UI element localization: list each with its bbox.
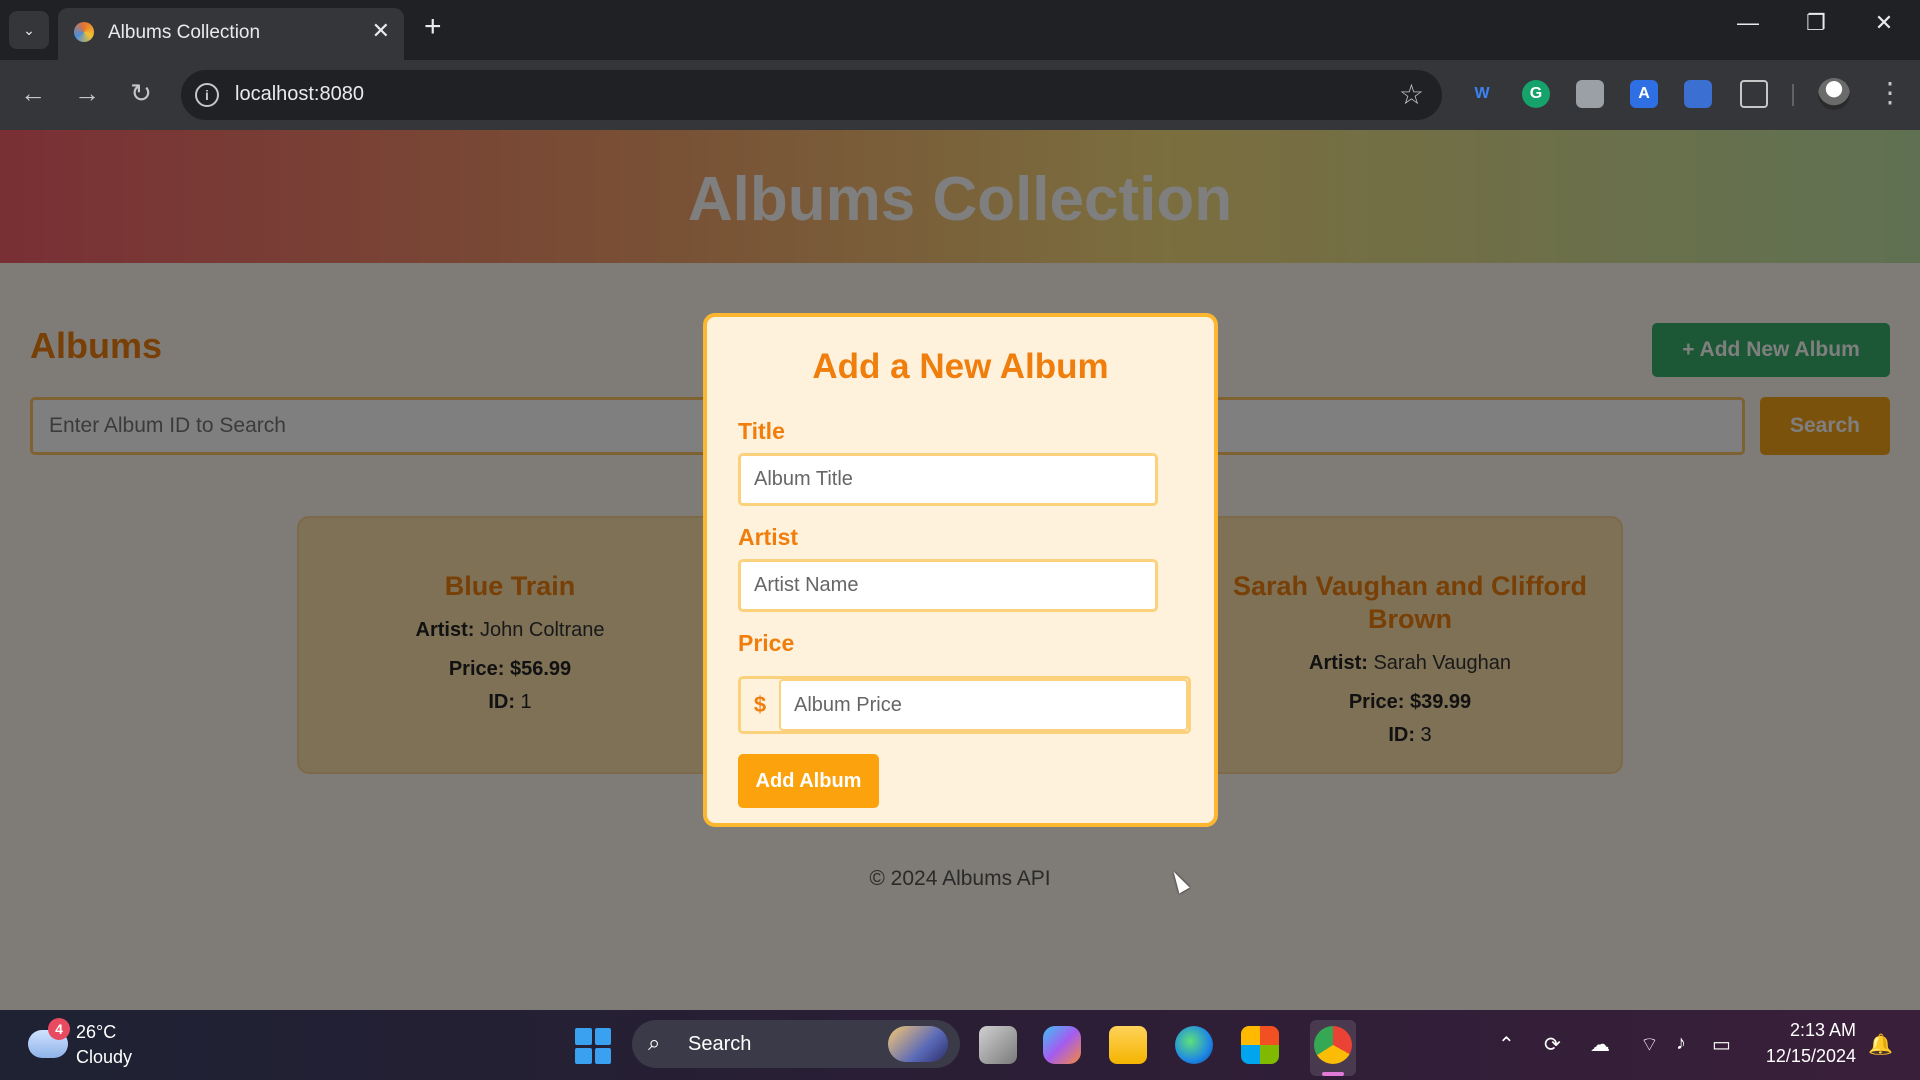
edge-icon[interactable] [1175,1026,1213,1064]
toolbar-divider [1792,84,1794,106]
taskbar-search-label: Search [688,1033,752,1055]
site-info-icon[interactable]: i [195,83,219,107]
address-bar[interactable]: i localhost:8080 ☆ [181,70,1442,120]
taskbar: 4 26°C Cloudy ⌕ Search ⌃ ⟳ ☁ ⌔ ♪ ▭ 2:13 … [0,1010,1920,1080]
grammarly-icon[interactable]: G [1522,80,1550,108]
sync-icon[interactable]: ⟳ [1544,1032,1561,1057]
weather-temperature[interactable]: 26°C [76,1022,116,1043]
extensions-puzzle-icon[interactable] [1740,80,1768,108]
battery-icon[interactable]: ▭ [1712,1032,1731,1057]
reload-icon[interactable]: ↻ [124,78,158,109]
restore-button[interactable]: ❐ [1796,10,1836,36]
extension-image-icon[interactable] [1576,80,1604,108]
forward-icon[interactable]: → [70,78,104,109]
price-input-group: $ [738,676,1191,734]
extension-w-icon[interactable]: W [1468,80,1496,108]
profile-avatar[interactable] [1818,78,1850,110]
windows-start-icon[interactable] [575,1028,611,1064]
file-explorer-icon[interactable] [1109,1026,1147,1064]
browser-tab-bar: ⌄ Albums Collection ✕ + — ❐ ✕ [0,0,1920,60]
microsoft-store-icon[interactable] [1241,1026,1279,1064]
modal-title: Add a New Album [812,347,1109,386]
tab-search-menu-button[interactable]: ⌄ [9,11,49,49]
weather-badge: 4 [48,1018,70,1040]
back-icon[interactable]: ← [16,78,50,109]
copilot-icon[interactable] [1043,1026,1081,1064]
task-view-icon[interactable] [979,1026,1017,1064]
search-highlight-image [888,1026,948,1062]
taskbar-search[interactable]: ⌕ Search [632,1020,960,1068]
active-app-indicator [1322,1072,1344,1076]
clock-time[interactable]: 2:13 AM [1756,1020,1856,1041]
artist-label: Artist [738,524,799,550]
browser-toolbar: ← → ↻ i localhost:8080 ☆ W G A ⋮ [0,60,1920,130]
address-url[interactable]: localhost:8080 [235,83,364,106]
volume-icon[interactable]: ♪ [1676,1032,1686,1055]
show-hidden-icons-icon[interactable]: ⌃ [1498,1032,1515,1057]
price-label: Price [738,630,795,656]
search-icon: ⌕ [648,1030,661,1055]
new-tab-button[interactable]: + [424,10,442,44]
translate-icon[interactable]: A [1630,80,1658,108]
tab-title: Albums Collection [108,22,261,43]
add-album-submit-button[interactable]: Add Album [738,754,879,808]
page-content: Albums Collection Albums + Add New Album… [0,130,1920,1010]
extension-alert-icon[interactable] [1684,80,1712,108]
notification-bell-icon[interactable]: 🔔 [1868,1032,1893,1057]
tab-close-button[interactable]: ✕ [372,18,390,44]
minimize-button[interactable]: — [1728,10,1768,36]
browser-menu-icon[interactable]: ⋮ [1876,76,1904,109]
wifi-icon[interactable]: ⌔ [1640,1032,1659,1057]
add-album-modal: Add a New Album Title Artist Price $ Add… [703,313,1218,827]
album-title-input[interactable] [738,453,1158,506]
chrome-icon[interactable] [1314,1026,1352,1064]
weather-condition[interactable]: Cloudy [76,1047,132,1068]
artist-name-input[interactable] [738,559,1158,612]
album-price-input[interactable] [779,679,1188,731]
bookmark-star-icon[interactable]: ☆ [1399,78,1424,111]
onedrive-icon[interactable]: ☁ [1590,1032,1610,1057]
title-label: Title [738,418,785,444]
tab-favicon-icon [74,22,94,42]
dollar-sign-icon: $ [753,692,767,717]
clock-date[interactable]: 12/15/2024 [1746,1046,1856,1067]
close-window-button[interactable]: ✕ [1864,10,1904,36]
browser-tab[interactable]: Albums Collection ✕ [58,8,404,60]
